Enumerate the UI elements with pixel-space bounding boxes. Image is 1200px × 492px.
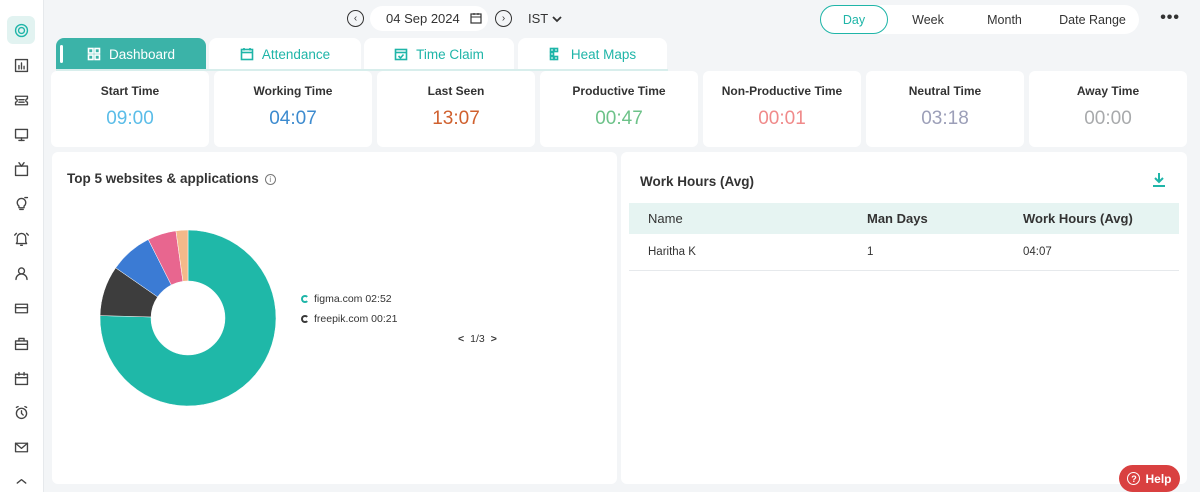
chevron-down-icon <box>552 15 562 22</box>
stat-label: Productive Time <box>572 84 666 98</box>
tab-label: Heat Maps <box>570 46 637 62</box>
calendar-icon <box>240 48 254 61</box>
stat-last-seen: Last Seen 13:07 <box>377 71 535 147</box>
column-header-name[interactable]: Name <box>648 203 683 234</box>
stat-label: Start Time <box>100 84 160 98</box>
tab-dashboard[interactable]: Dashboard <box>56 38 206 70</box>
top-apps-title: Top 5 websites & applications i <box>67 171 276 186</box>
stat-value: 00:47 <box>595 108 643 129</box>
stat-label: Non-Productive Time <box>721 84 843 98</box>
clock-icon[interactable] <box>7 398 35 426</box>
legend-pager: < 1/3 > <box>458 333 497 345</box>
pager-next-button[interactable]: > <box>491 333 497 345</box>
stat-label: Working Time <box>253 84 333 98</box>
range-day-button[interactable]: Day <box>820 5 888 34</box>
pager-page: 1/3 <box>470 333 485 345</box>
help-icon: ? <box>1127 472 1141 485</box>
column-header-man-days[interactable]: Man Days <box>867 203 928 234</box>
pager-prev-button[interactable]: < <box>458 333 464 345</box>
top-bar: ‹ 04 Sep 2024 › IST Day Week Month Date … <box>44 0 1200 36</box>
stat-label: Away Time <box>1076 84 1140 98</box>
help-button[interactable]: ? Help <box>1119 465 1180 492</box>
help-label: Help <box>1145 471 1172 486</box>
range-month-button[interactable]: Month <box>972 5 1037 34</box>
top-apps-donut-chart <box>100 230 276 406</box>
stat-non-productive-time: Non-Productive Time 00:01 <box>703 71 861 147</box>
stat-working-time: Working Time 04:07 <box>214 71 372 147</box>
tv-icon[interactable] <box>7 155 35 183</box>
table-row[interactable]: Haritha K 1 04:07 <box>629 234 1179 271</box>
range-date-range-button[interactable]: Date Range <box>1048 5 1137 34</box>
heatmap-icon <box>549 47 559 61</box>
cell-man-days: 1 <box>867 246 874 258</box>
prev-date-button[interactable]: ‹ <box>347 10 364 27</box>
calendar-icon[interactable] <box>7 364 35 392</box>
stat-value: 00:00 <box>1084 108 1132 129</box>
stat-value: 09:00 <box>106 108 154 129</box>
tab-time-claim[interactable]: Time Claim <box>364 38 514 70</box>
info-icon[interactable]: i <box>264 173 276 185</box>
logo-icon[interactable] <box>7 16 35 44</box>
stat-value: 00:01 <box>758 108 806 129</box>
work-hours-title: Work Hours (Avg) <box>640 174 755 189</box>
date-picker[interactable]: 04 Sep 2024 <box>370 6 488 31</box>
legend-label: freepik.com 00:21 <box>314 313 398 325</box>
work-hours-table-header: Name Man Days Work Hours (Avg) <box>629 203 1179 234</box>
stat-productive-time: Productive Time 00:47 <box>540 71 698 147</box>
alarm-bell-icon[interactable] <box>7 224 35 252</box>
download-icon[interactable] <box>1152 172 1166 188</box>
stat-neutral-time: Neutral Time 03:18 <box>866 71 1024 147</box>
tab-attendance[interactable]: Attendance <box>209 38 361 70</box>
chevron-up-icon[interactable] <box>7 466 35 492</box>
tab-label: Dashboard <box>108 46 176 62</box>
date-value: 04 Sep 2024 <box>386 11 460 26</box>
legend-item[interactable]: figma.com 02:52 <box>301 293 392 305</box>
tab-label: Attendance <box>261 46 331 62</box>
stat-value: 13:07 <box>432 108 480 129</box>
work-hours-panel <box>621 152 1187 484</box>
ticket-icon[interactable] <box>7 86 35 114</box>
range-selector: Day Week Month Date Range <box>820 5 1139 34</box>
calendar-check-icon <box>394 48 408 61</box>
stat-start-time: Start Time 09:00 <box>51 71 209 147</box>
cell-work-hours: 04:07 <box>1023 246 1052 258</box>
stat-away-time: Away Time 00:00 <box>1029 71 1187 147</box>
monitor-icon[interactable] <box>7 120 35 148</box>
legend-item[interactable]: freepik.com 00:21 <box>301 313 397 325</box>
legend-dot-icon <box>301 295 309 303</box>
column-header-work-hours[interactable]: Work Hours (Avg) <box>1023 203 1133 234</box>
stat-label: Neutral Time <box>908 84 982 98</box>
next-date-button[interactable]: › <box>495 10 512 27</box>
dashboard-icon <box>87 47 101 61</box>
cell-name: Haritha K <box>648 246 696 258</box>
timezone-value: IST <box>528 11 549 26</box>
legend-label: figma.com 02:52 <box>314 293 392 305</box>
top-apps-title-text: Top 5 websites & applications <box>67 171 259 186</box>
stat-value: 04:07 <box>269 108 317 129</box>
calendar-icon <box>470 13 482 24</box>
reports-icon[interactable] <box>7 51 35 79</box>
bulb-icon[interactable] <box>7 189 35 217</box>
range-week-button[interactable]: Week <box>898 5 958 34</box>
legend-dot-icon <box>301 315 309 323</box>
tab-heat-maps[interactable]: Heat Maps <box>518 38 667 70</box>
briefcase-icon[interactable] <box>7 329 35 357</box>
tab-label: Time Claim <box>416 46 484 62</box>
stat-value: 03:18 <box>921 108 969 129</box>
more-options-icon[interactable]: ••• <box>1160 9 1180 27</box>
timezone-select[interactable]: IST <box>528 11 562 26</box>
stat-label: Last Seen <box>427 84 485 98</box>
mail-icon[interactable] <box>7 433 35 461</box>
user-icon[interactable] <box>7 259 35 287</box>
card-icon[interactable] <box>7 294 35 322</box>
sidebar <box>0 0 44 492</box>
